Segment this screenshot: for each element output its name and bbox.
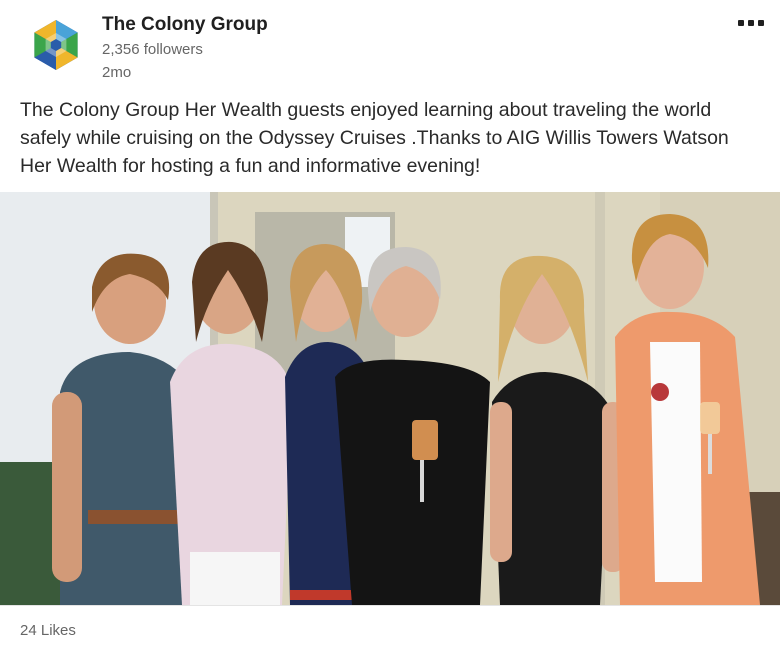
author-name[interactable]: The Colony Group [102, 14, 268, 36]
post-text: The Colony Group Her Wealth guests enjoy… [20, 99, 729, 177]
follower-count: 2,356 followers [102, 41, 203, 58]
group-photo-image [0, 192, 780, 605]
colony-group-logo-icon [34, 20, 78, 70]
dot [748, 20, 754, 26]
post-photo[interactable] [0, 192, 780, 605]
post-time: 2mo [102, 64, 132, 81]
company-logo[interactable] [28, 17, 84, 73]
more-options-icon[interactable] [734, 14, 768, 32]
dot [738, 20, 744, 26]
likes-count[interactable]: 24 Likes [20, 622, 76, 639]
footer-divider [0, 605, 780, 606]
dot [758, 20, 764, 26]
post-card: The Colony Group 2,356 followers 2mo The… [0, 0, 780, 650]
